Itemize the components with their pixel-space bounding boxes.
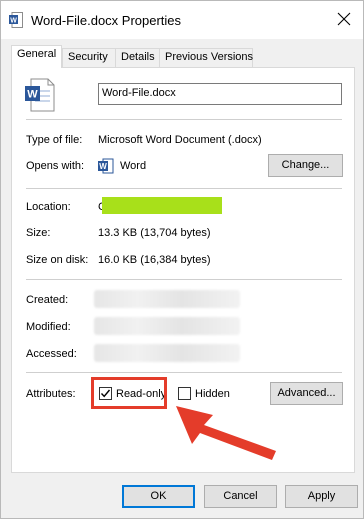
type-of-file-value: Microsoft Word Document (.docx) — [98, 134, 262, 146]
annotation-arrow-icon — [176, 406, 276, 460]
window-title: Word-File.docx Properties — [31, 13, 182, 28]
properties-dialog: W Word-File.docx Properties General Secu… — [0, 0, 364, 519]
close-icon[interactable] — [337, 12, 351, 26]
tab-security[interactable]: Security — [62, 48, 116, 67]
size-on-disk-label: Size on disk: — [26, 254, 89, 266]
tab-details[interactable]: Details — [115, 48, 160, 67]
attributes-label: Attributes: — [26, 388, 76, 400]
divider — [26, 188, 342, 189]
tab-general[interactable]: General — [11, 45, 62, 68]
accessed-value-blurred — [94, 344, 240, 362]
apply-button[interactable]: Apply — [285, 485, 358, 508]
svg-text:W: W — [99, 162, 107, 171]
title-bar: W Word-File.docx Properties — [1, 1, 363, 39]
tab-previous-versions[interactable]: Previous Versions — [159, 48, 253, 67]
location-label: Location: — [26, 201, 71, 213]
divider — [26, 372, 342, 373]
location-redaction — [102, 197, 222, 214]
divider — [26, 119, 342, 120]
size-value: 13.3 KB (13,704 bytes) — [98, 227, 211, 239]
ok-button[interactable]: OK — [122, 485, 195, 508]
general-panel: W Word-File.docx Type of file: Microsoft… — [11, 67, 355, 473]
accessed-label: Accessed: — [26, 348, 77, 360]
word-app-icon: W — [98, 158, 114, 174]
modified-label: Modified: — [26, 321, 71, 333]
created-value-blurred — [94, 290, 240, 308]
cancel-button[interactable]: Cancel — [204, 485, 277, 508]
readonly-highlight-box — [91, 377, 167, 409]
created-label: Created: — [26, 294, 69, 306]
svg-text:W: W — [10, 17, 17, 24]
word-file-icon: W — [25, 78, 55, 112]
filename-field[interactable]: Word-File.docx — [98, 83, 342, 105]
opens-with-label: Opens with: — [26, 160, 85, 172]
dialog-footer: OK Cancel Apply — [1, 485, 363, 519]
word-document-icon: W — [9, 12, 23, 28]
size-on-disk-value: 16.0 KB (16,384 bytes) — [98, 254, 211, 266]
divider — [26, 279, 342, 280]
size-label: Size: — [26, 227, 51, 239]
type-of-file-label: Type of file: — [26, 134, 83, 146]
change-button[interactable]: Change... — [268, 154, 343, 177]
modified-value-blurred — [94, 317, 240, 335]
svg-text:W: W — [27, 89, 38, 101]
opens-with-value: Word — [120, 160, 147, 172]
